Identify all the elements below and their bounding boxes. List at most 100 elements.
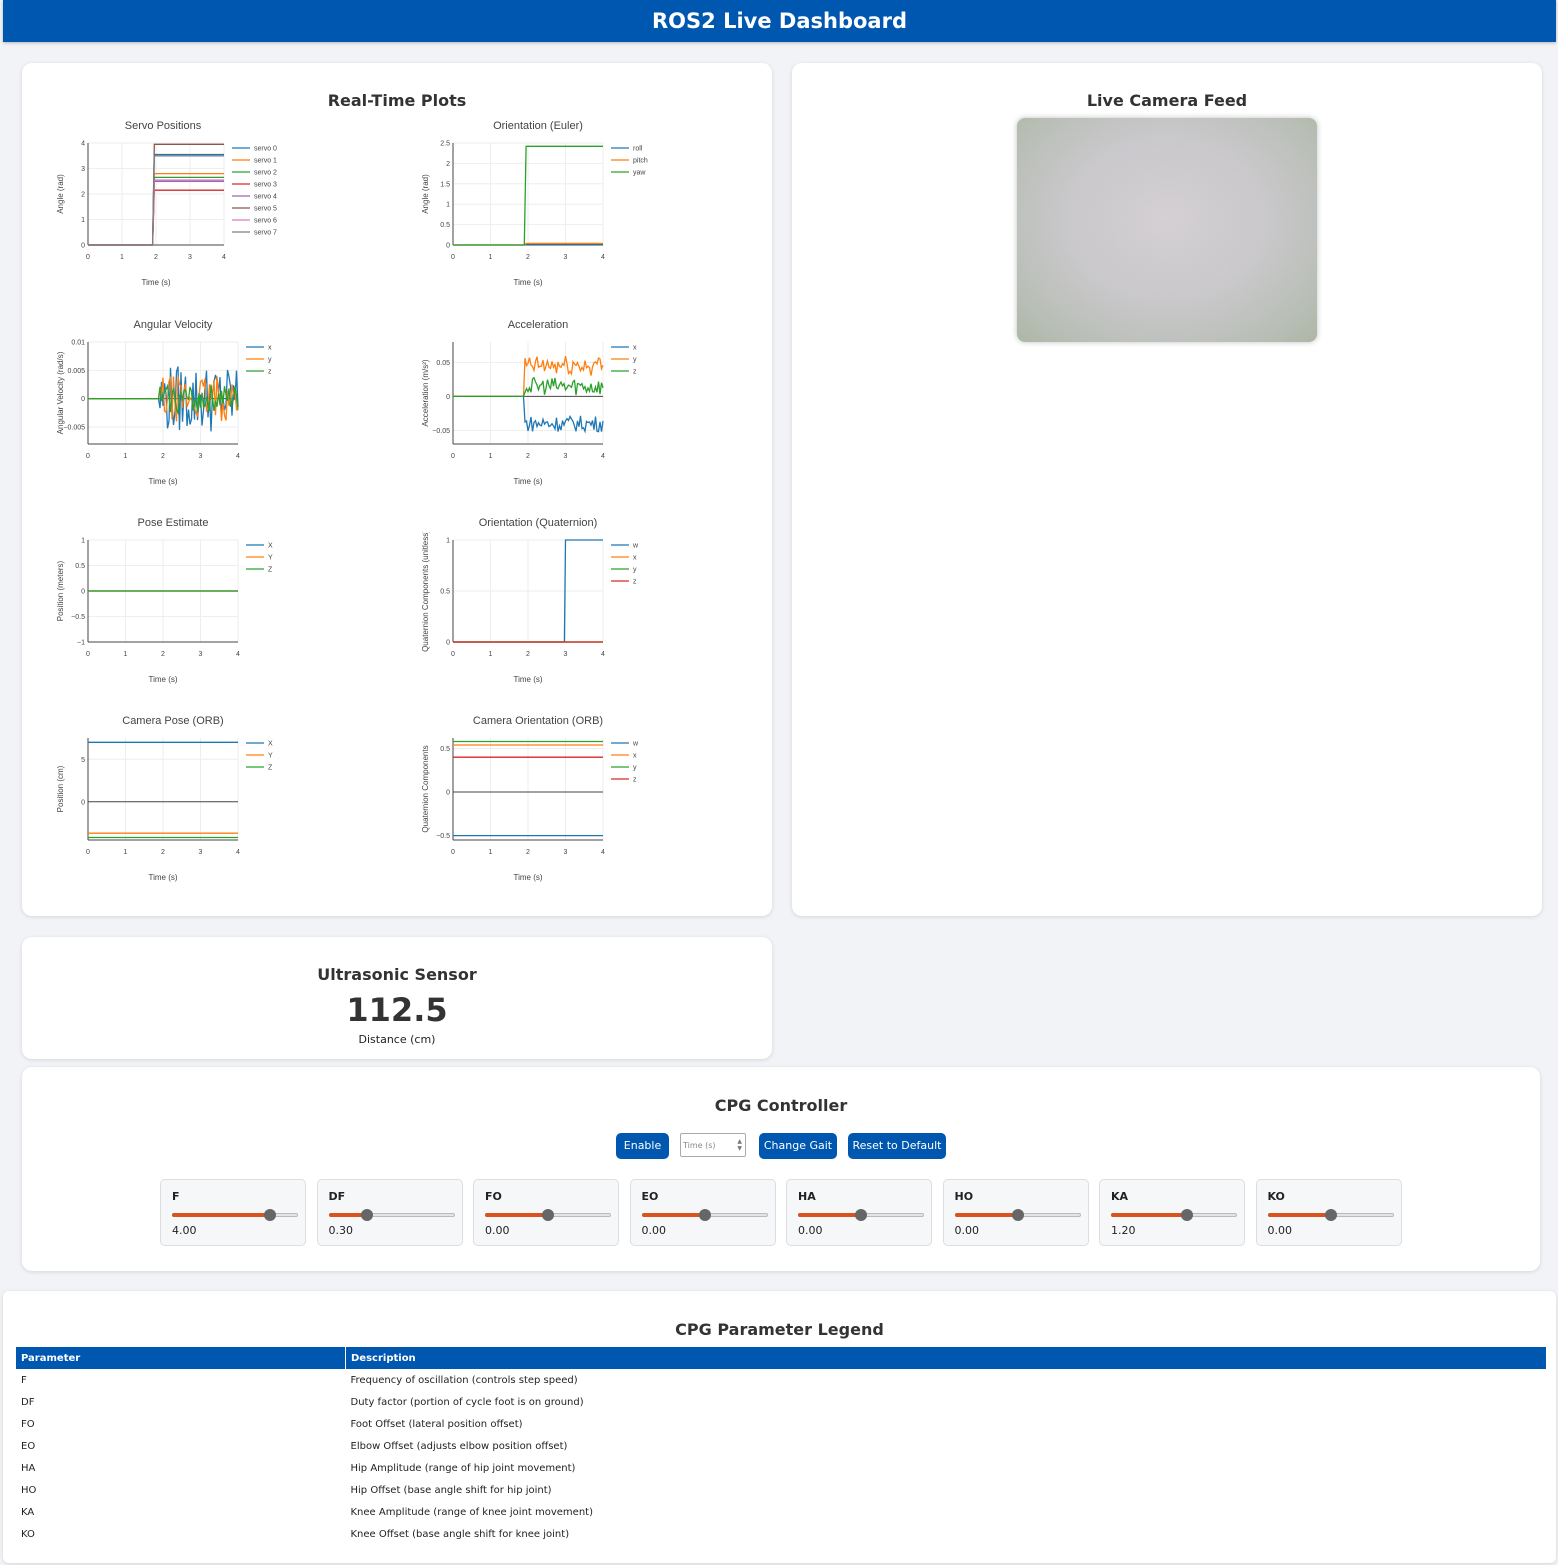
y-tick-label: 0.05	[436, 360, 450, 367]
slider-fill	[954, 1213, 1018, 1217]
y-axis-label: Acceleration (m/s²)	[421, 359, 430, 426]
x-axis-label: Time (s)	[148, 477, 177, 486]
x-axis-label: Time (s)	[513, 477, 542, 486]
slider-thumb[interactable]	[698, 1209, 711, 1221]
legend-table: Parameter Description F Frequency of osci…	[16, 1347, 1546, 1545]
legend-param: F	[21, 1374, 27, 1386]
y-tick-label: 3	[81, 166, 85, 173]
slider-fill	[641, 1213, 705, 1217]
x-tick-label: 3	[199, 849, 203, 856]
x-tick-label: 3	[199, 651, 203, 658]
x-tick-label: 3	[564, 849, 568, 856]
legend-entry: servo 1	[254, 158, 277, 165]
x-tick-label: 2	[161, 453, 165, 460]
x-tick-label: 3	[188, 254, 192, 261]
slider-value: 0.00	[798, 1224, 823, 1237]
y-tick-label: 0	[446, 394, 450, 401]
y-tick-label: 0	[446, 640, 450, 647]
legend-desc: Knee Offset (base angle shift for knee j…	[350, 1528, 570, 1540]
legend-param: EO	[21, 1440, 36, 1452]
enable-button[interactable]: Enable	[616, 1133, 669, 1159]
legend-desc: Frequency of oscillation (controls step …	[350, 1374, 578, 1386]
spinner-arrows-icon[interactable]: ▲ ▼	[737, 1138, 742, 1152]
legend-desc: Foot Offset (lateral position offset)	[350, 1418, 523, 1430]
chart-title: Camera Pose (ORB)	[122, 715, 224, 727]
y-tick-label: 0	[81, 243, 85, 250]
y-tick-label: −0.05	[432, 428, 450, 435]
x-tick-label: 1	[120, 254, 124, 261]
x-tick-label: 2	[526, 254, 530, 261]
x-tick-label: 3	[199, 453, 203, 460]
legend-entry: servo 3	[254, 182, 277, 189]
x-tick-label: 3	[564, 453, 568, 460]
y-axis-label: Quaternion Components	[421, 745, 430, 832]
change-gait-button[interactable]: Change Gait	[759, 1133, 837, 1159]
x-axis-label: Time (s)	[513, 675, 542, 684]
y-tick-label: 0.5	[440, 222, 450, 229]
y-tick-label: 0.5	[75, 563, 85, 570]
x-tick-label: 0	[451, 453, 455, 460]
x-tick-label: 2	[526, 651, 530, 658]
y-tick-label: 1.5	[440, 181, 450, 188]
slider-thumb[interactable]	[1324, 1209, 1337, 1221]
slider-fill	[172, 1213, 270, 1217]
y-tick-label: 0.01	[71, 340, 85, 347]
slider-thumb[interactable]	[264, 1209, 276, 1221]
y-axis-label: Position (meters)	[56, 560, 65, 621]
time-input[interactable]: Time (s) ▲ ▼	[680, 1133, 746, 1157]
slider-value: 0.00	[641, 1224, 667, 1237]
slider-thumb[interactable]	[1011, 1209, 1024, 1221]
y-tick-label: 0	[81, 396, 85, 403]
x-tick-label: 0	[86, 651, 90, 658]
legend-entry: x	[633, 753, 637, 760]
slider-label: KO	[1267, 1190, 1285, 1203]
chart-svg: 0 1 2 3 4 −0.05 0 0.05 xyz Time (s) Acceleration (…	[421, 342, 637, 486]
reset-default-button[interactable]: Reset to Default	[848, 1133, 946, 1159]
y-tick-label: 1	[446, 538, 450, 545]
chart-svg: 0 1 2 3 4 −0.005 0 0.005 0.01 xyz Time (s) Angular …	[56, 340, 272, 487]
legend-entry: roll	[633, 146, 643, 153]
y-tick-label: −0.005	[63, 425, 85, 432]
legend-row: HO Hip Offset (base angle shift for hip j…	[16, 1479, 1546, 1501]
slider-thumb[interactable]	[360, 1209, 373, 1221]
chart-title: Orientation (Euler)	[493, 120, 583, 132]
slider-thumb[interactable]	[1181, 1209, 1193, 1221]
x-tick-label: 4	[236, 453, 240, 460]
slider-value: 1.20	[1111, 1224, 1136, 1237]
slider-thumb[interactable]	[855, 1209, 867, 1221]
y-tick-label: 0	[81, 589, 85, 596]
legend-entry: Y	[268, 753, 273, 760]
x-tick-label: 3	[564, 254, 568, 261]
x-tick-label: 2	[526, 849, 530, 856]
y-axis-label: Angle (rad)	[421, 174, 430, 214]
chart-title: Acceleration	[507, 319, 569, 331]
x-tick-label: 4	[236, 849, 240, 856]
x-tick-label: 1	[124, 453, 128, 460]
legend-entry: x	[633, 555, 637, 562]
legend-param: HO	[21, 1484, 37, 1496]
slider-card-ka: KA 1.20	[1099, 1179, 1245, 1246]
legend-entry: servo 6	[254, 218, 277, 225]
legend-entry: Z	[268, 765, 273, 772]
y-tick-label: 2	[81, 192, 85, 199]
x-axis-label: Time (s)	[148, 873, 177, 882]
x-tick-label: 1	[124, 849, 128, 856]
slider-card-eo: EO 0.00	[629, 1179, 776, 1246]
legend-entry: servo 2	[254, 170, 277, 177]
x-tick-label: 4	[601, 453, 605, 460]
x-tick-label: 1	[489, 453, 493, 460]
legend-entry: y	[268, 357, 272, 364]
y-tick-label: −0.5	[436, 833, 450, 840]
legend-row: KO Knee Offset (base angle shift for knee…	[16, 1523, 1546, 1545]
y-tick-label: −0.5	[71, 614, 85, 621]
x-tick-label: 4	[222, 254, 226, 261]
slider-label: FO	[485, 1190, 502, 1203]
camera-panel-title: Live Camera Feed	[1086, 91, 1248, 110]
legend-row: DF Duty factor (portion of cycle foot is …	[16, 1391, 1546, 1413]
legend-row: HA Hip Amplitude (range of hip joint move…	[16, 1457, 1546, 1479]
ultrasonic-panel: Ultrasonic Sensor 112.5 Distance (cm)	[22, 937, 772, 1059]
plots-panel-title: Real-Time Plots	[327, 91, 467, 110]
slider-thumb[interactable]	[542, 1209, 554, 1221]
camera-panel: Live Camera Feed	[792, 63, 1542, 916]
slider-label: HA	[798, 1190, 816, 1203]
